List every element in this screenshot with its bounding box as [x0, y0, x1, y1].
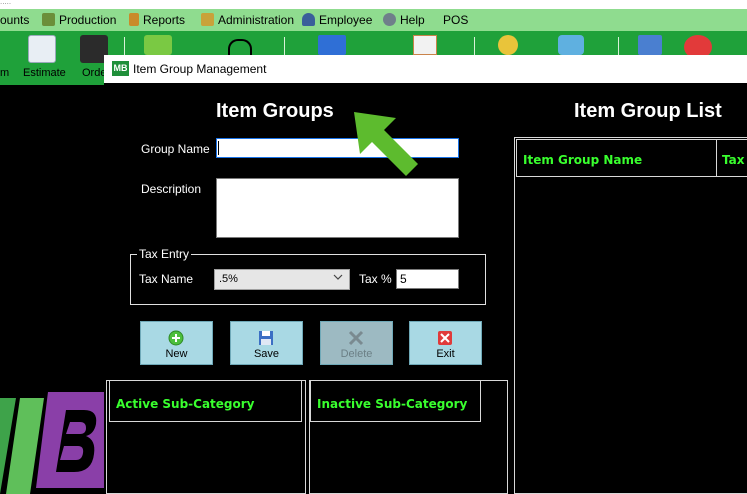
menu-pos[interactable]: POS	[443, 11, 468, 29]
group-name-label: Group Name	[141, 142, 210, 156]
estimate-icon	[28, 35, 56, 63]
cursor-arrow-icon	[354, 112, 418, 176]
menu-employee[interactable]: Employee	[302, 11, 372, 29]
menu-help-label: Help	[400, 13, 425, 27]
delete-x-icon	[348, 330, 364, 346]
toolbar-item-partial[interactable]: m	[0, 31, 14, 85]
plus-circle-icon	[168, 330, 184, 346]
menu-accounts-label: ounts	[0, 13, 30, 27]
menu-bar: ounts Production Reports Administration …	[0, 9, 747, 31]
tax-percent-input[interactable]	[396, 269, 459, 289]
save-icon	[259, 331, 273, 345]
tax-entry-group: Tax Entry Tax Name .5% Tax %	[130, 247, 486, 305]
invoice-icon[interactable]	[413, 35, 437, 55]
window-titlebar[interactable]: MB Item Group Management	[104, 55, 747, 83]
chart-icon[interactable]	[318, 35, 346, 55]
menu-production-label: Production	[59, 13, 117, 27]
employee-icon	[302, 13, 315, 26]
delete-button-label: Delete	[340, 348, 373, 360]
menu-production[interactable]: Production	[42, 11, 116, 29]
menu-reports-label: Reports	[143, 13, 186, 27]
menu-accounts[interactable]: ounts	[0, 11, 29, 29]
menu-employee-label: Employee	[319, 13, 373, 27]
item-groups-heading: Item Groups	[216, 100, 334, 122]
text-caret	[218, 141, 219, 155]
inactive-subcategory-header[interactable]: Inactive Sub-Category	[310, 380, 481, 422]
calculator-icon[interactable]	[638, 35, 662, 55]
description-label: Description	[141, 182, 202, 196]
exit-button-label: Exit	[436, 348, 455, 360]
tax-entry-legend: Tax Entry	[137, 247, 192, 261]
delete-button[interactable]: Delete	[320, 321, 393, 365]
description-textarea[interactable]	[216, 178, 459, 238]
help-icon	[383, 13, 396, 26]
exit-icon	[438, 331, 452, 345]
undo-icon[interactable]	[228, 39, 252, 55]
save-button[interactable]: Save	[230, 321, 303, 365]
lock-icon	[201, 13, 214, 26]
tax-name-select[interactable]: .5%	[214, 269, 350, 290]
menu-reports[interactable]: Reports	[129, 11, 185, 29]
tax-percent-label: Tax %	[359, 272, 392, 286]
background-window-titlebar: .....	[0, 0, 747, 9]
toolbar-order-label: Orde	[82, 67, 107, 79]
toolbar-estimate-label: Estimate	[23, 67, 66, 79]
app-logo	[0, 388, 104, 494]
tax-column-header[interactable]: Tax I	[716, 139, 747, 177]
toolbar-item-partial-label: m	[0, 67, 10, 79]
active-subcategory-header[interactable]: Active Sub-Category	[109, 380, 302, 422]
title-fragment: .....	[0, 0, 12, 6]
menu-help[interactable]: Help	[383, 11, 425, 29]
new-button[interactable]: New	[140, 321, 213, 365]
menu-pos-label: POS	[443, 13, 469, 27]
search-icon[interactable]	[498, 35, 518, 55]
toolbar-separator	[124, 37, 125, 55]
reports-icon	[129, 13, 139, 26]
group-name-input[interactable]	[216, 138, 459, 158]
save-button-label: Save	[253, 348, 280, 360]
app-logo-icon: MB	[112, 61, 129, 76]
toolbar-estimate-button[interactable]: Estimate	[20, 31, 66, 85]
toolbar-separator	[618, 37, 619, 55]
item-group-management-window: MB Item Group Management Item Groups Ite…	[104, 55, 747, 494]
window-title: Item Group Management	[133, 62, 267, 76]
exit-button[interactable]: Exit	[409, 321, 482, 365]
item-group-list-heading: Item Group List	[574, 100, 722, 122]
menu-administration[interactable]: Administration	[201, 11, 294, 29]
toolbar-order-button[interactable]: Orde	[78, 31, 108, 85]
tax-name-selected-value: .5%	[219, 273, 238, 285]
toolbar-separator	[474, 37, 475, 55]
menu-administration-label: Administration	[218, 13, 295, 27]
new-button-label: New	[165, 348, 188, 360]
toolbar-separator	[284, 37, 285, 55]
add-icon[interactable]	[144, 35, 172, 55]
tax-name-label: Tax Name	[139, 272, 194, 286]
item-group-list-grid[interactable]	[514, 137, 747, 494]
item-group-name-column-header[interactable]: Item Group Name	[516, 139, 717, 177]
chevron-down-icon	[333, 274, 343, 280]
production-icon	[42, 13, 55, 26]
refresh-icon[interactable]	[558, 35, 584, 55]
